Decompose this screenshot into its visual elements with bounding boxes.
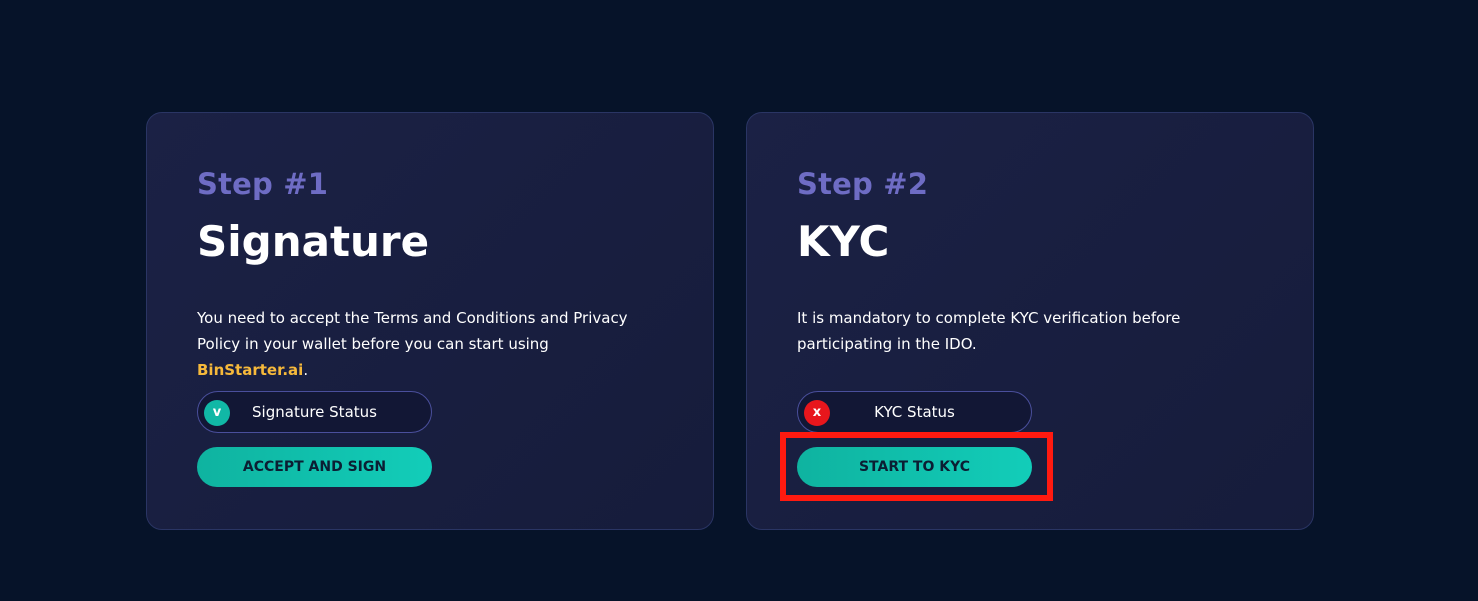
step-title: Signature bbox=[197, 217, 430, 266]
signature-status-label: Signature Status bbox=[252, 403, 377, 421]
step-card-kyc: Step #2 KYC It is mandatory to complete … bbox=[746, 112, 1314, 530]
step-title: KYC bbox=[797, 217, 890, 266]
start-to-kyc-button[interactable]: START TO KYC bbox=[797, 447, 1032, 487]
description-text: You need to accept the Terms and Conditi… bbox=[197, 309, 628, 353]
step-card-signature: Step #1 Signature You need to accept the… bbox=[146, 112, 714, 530]
kyc-status-label: KYC Status bbox=[874, 403, 955, 421]
accept-and-sign-button[interactable]: ACCEPT AND SIGN bbox=[197, 447, 432, 487]
step-label: Step #1 bbox=[197, 167, 329, 201]
description-end: . bbox=[303, 361, 309, 379]
step-description: You need to accept the Terms and Conditi… bbox=[197, 305, 637, 383]
signature-status-pill: v Signature Status bbox=[197, 391, 432, 433]
step-description: It is mandatory to complete KYC verifica… bbox=[797, 309, 1181, 353]
step-label: Step #2 bbox=[797, 167, 929, 201]
brand-link[interactable]: BinStarter.ai bbox=[197, 361, 303, 379]
kyc-status-pill: x KYC Status bbox=[797, 391, 1032, 433]
